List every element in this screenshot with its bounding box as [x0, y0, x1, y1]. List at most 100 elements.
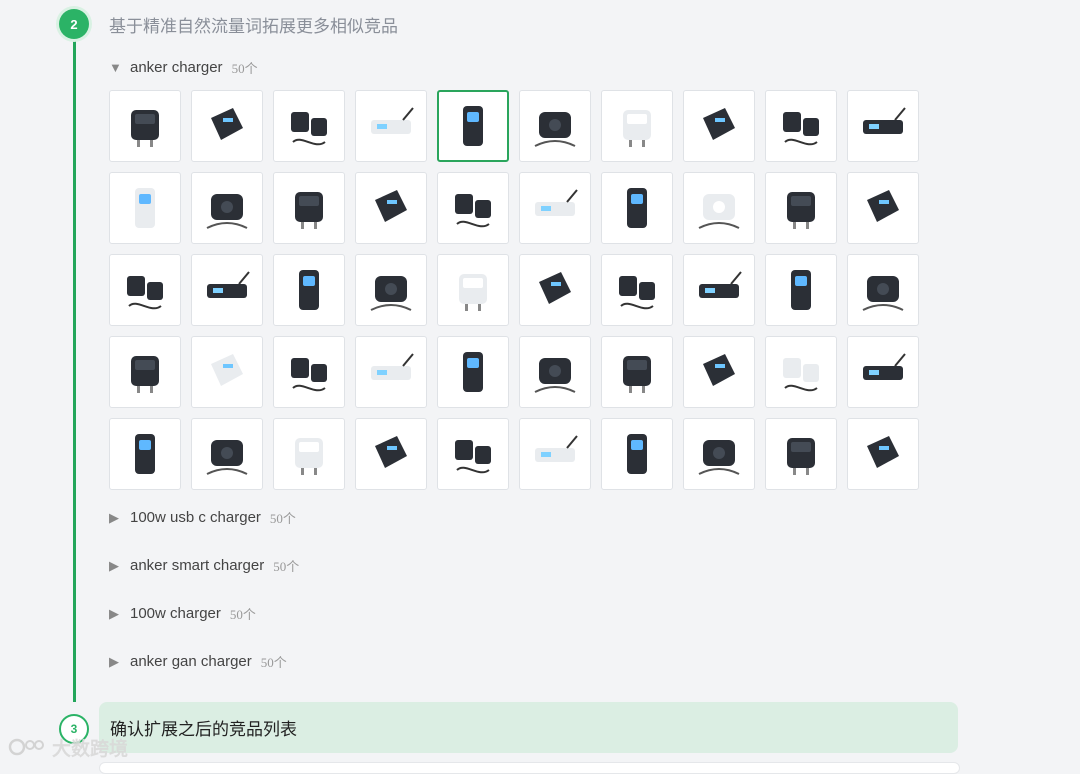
keyword-group-anker-gan-charger[interactable]: ▶ anker gan charger 50个: [109, 652, 287, 671]
product-thumbnail[interactable]: [109, 90, 181, 162]
keyword-group-100w-usb-c-charger[interactable]: ▶ 100w usb c charger 50个: [109, 508, 296, 527]
cube-charger-dark-icon: [131, 110, 159, 147]
product-thumbnail[interactable]: [437, 254, 509, 326]
step-3-title: 确认扩展之后的竞品列表: [110, 720, 297, 739]
product-thumbnail[interactable]: [109, 172, 181, 244]
white-cube-charger-icon: [791, 270, 811, 310]
keyword-group-anker-charger[interactable]: ▼ anker charger 50个: [109, 58, 258, 77]
step-2-title: 基于精准自然流量词拓展更多相似竞品: [109, 17, 398, 36]
power-strip-icon: [375, 190, 407, 222]
desktop-hub-icon: [127, 276, 163, 310]
product-thumbnail[interactable]: [683, 172, 755, 244]
product-thumbnail[interactable]: [437, 418, 509, 490]
caret-right-icon: ▶: [109, 509, 119, 525]
product-thumbnail[interactable]: [437, 336, 509, 408]
product-thumbnail[interactable]: [191, 336, 263, 408]
slim-power-bank-icon: [370, 276, 412, 311]
product-thumbnail[interactable]: [191, 90, 263, 162]
product-thumbnail[interactable]: [437, 172, 509, 244]
product-thumbnail[interactable]: [355, 90, 427, 162]
keyword-count: 50个: [269, 511, 296, 526]
product-thumbnail[interactable]: [273, 172, 345, 244]
caret-right-icon: ▶: [109, 653, 119, 669]
keyword-label: 100w charger: [130, 605, 221, 622]
product-thumbnail[interactable]: [601, 172, 673, 244]
product-thumbnail[interactable]: [519, 254, 591, 326]
product-thumbnail[interactable]: [519, 336, 591, 408]
keyword-group-anker-smart-charger[interactable]: ▶ anker smart charger 50个: [109, 556, 299, 575]
product-thumbnail[interactable]: [109, 418, 181, 490]
product-thumbnail[interactable]: [765, 418, 837, 490]
wall-charger-gray-icon: [211, 108, 243, 140]
product-thumbnail[interactable]: [847, 336, 919, 408]
product-thumbnail[interactable]: [601, 90, 673, 162]
product-thumbnail[interactable]: [601, 254, 673, 326]
product-thumbnail[interactable]: [109, 254, 181, 326]
caret-right-icon: ▶: [109, 557, 119, 573]
product-thumbnail[interactable]: [683, 254, 755, 326]
desk-power-station-icon: [375, 436, 407, 468]
product-thumbnail[interactable]: [601, 336, 673, 408]
gan-charger-cable-icon: [619, 276, 655, 310]
product-thumbnail[interactable]: [683, 336, 755, 408]
charger-cable-gray-icon: [783, 112, 819, 146]
nano-charger-black-icon: [703, 354, 735, 386]
product-thumbnail[interactable]: [765, 254, 837, 326]
desk-charger-display-icon: [207, 271, 250, 298]
display-charger-white-icon: [135, 188, 155, 228]
power-bank-large-icon: [463, 352, 483, 392]
product-thumbnail[interactable]: [847, 418, 919, 490]
caret-down-icon: ▼: [109, 60, 122, 75]
product-thumbnail[interactable]: [273, 90, 345, 162]
power-bank-lanyard-icon: [299, 270, 319, 310]
product-thumbnail[interactable]: [191, 418, 263, 490]
watermark-logo-icon: [8, 738, 44, 756]
product-thumbnail[interactable]: [519, 418, 591, 490]
product-thumbnail[interactable]: [355, 172, 427, 244]
next-panel-edge: [99, 762, 960, 774]
product-thumbnail[interactable]: [355, 336, 427, 408]
product-thumbnail[interactable]: [273, 336, 345, 408]
mini-charger-white-icon: [627, 188, 647, 228]
product-thumbnail[interactable]: [191, 254, 263, 326]
charger-kit-with-cables-icon: [291, 112, 327, 146]
caret-right-icon: ▶: [109, 605, 119, 621]
product-thumbnail[interactable]: [109, 336, 181, 408]
charger-usb-cable-icon: [787, 438, 815, 475]
keyword-group-100w-charger[interactable]: ▶ 100w charger 50个: [109, 604, 256, 623]
product-thumbnail[interactable]: [847, 90, 919, 162]
cube-charger-silver-icon: [863, 107, 906, 134]
product-thumbnail[interactable]: [355, 418, 427, 490]
compact-charger-black-icon: [371, 107, 414, 134]
product-thumbnail[interactable]: [273, 418, 345, 490]
product-thumbnail[interactable]: [765, 336, 837, 408]
product-thumbnail[interactable]: [437, 90, 509, 162]
step-2-badge: 2: [59, 9, 89, 39]
charger-brick-cable-icon: [539, 272, 571, 304]
magsafe-battery-icon: [135, 434, 155, 474]
product-thumbnail[interactable]: [683, 90, 755, 162]
wall-charger-black-icon: [459, 274, 487, 311]
product-thumbnail[interactable]: [355, 254, 427, 326]
white-charger-set-icon: [371, 353, 414, 380]
magnetic-battery-icon: [862, 276, 904, 311]
product-thumbnail[interactable]: [273, 254, 345, 326]
power-bank-phone-icon: [131, 356, 159, 393]
flat-wall-charger-icon: [295, 192, 323, 229]
cube-charger-black-icon: [787, 192, 815, 229]
keyword-count: 50个: [231, 61, 258, 76]
product-grid: [109, 90, 919, 490]
product-thumbnail[interactable]: [601, 418, 673, 490]
product-thumbnail[interactable]: [191, 172, 263, 244]
product-thumbnail[interactable]: [847, 172, 919, 244]
product-thumbnail[interactable]: [683, 418, 755, 490]
product-thumbnail[interactable]: [519, 172, 591, 244]
watermark: 大数跨境: [8, 733, 128, 761]
keyword-count: 50个: [260, 655, 287, 670]
foldable-station-icon: [867, 436, 899, 468]
product-thumbnail[interactable]: [765, 172, 837, 244]
product-thumbnail[interactable]: [519, 90, 591, 162]
charger-with-cables-icon: [206, 440, 248, 475]
product-thumbnail[interactable]: [765, 90, 837, 162]
product-thumbnail[interactable]: [847, 254, 919, 326]
